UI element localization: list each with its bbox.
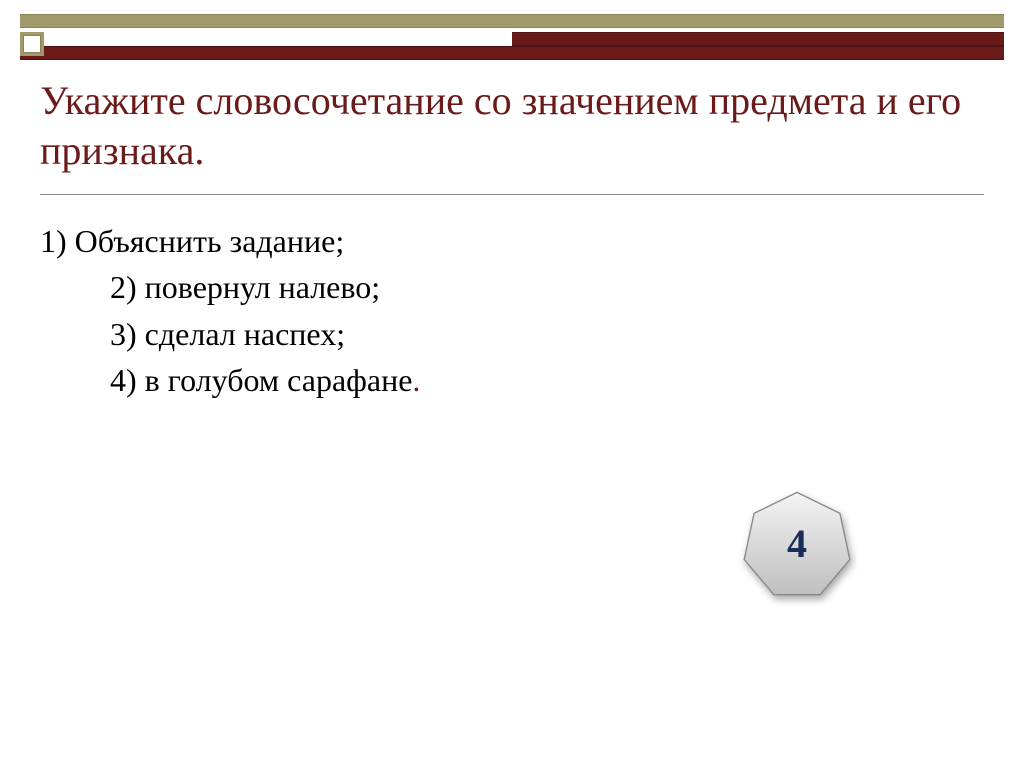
answer-shape: 4 — [742, 488, 852, 598]
decorative-top-bars — [20, 14, 1004, 60]
option-3: 3) сделал наспех; — [40, 311, 984, 357]
option-4-punct: . — [412, 362, 420, 398]
option-4: 4) в голубом сарафане. — [40, 357, 984, 403]
maroon-bar-short — [512, 32, 1004, 46]
olive-bar — [20, 14, 1004, 28]
slide-title: Укажите словосочетание со значением пред… — [40, 76, 984, 176]
option-4-text: 4) в голубом сарафане — [110, 362, 412, 398]
option-2: 2) повернул налево; — [40, 264, 984, 310]
title-block: Укажите словосочетание со значением пред… — [40, 76, 984, 195]
options-list: 1) Объяснить задание; 2) повернул налево… — [40, 218, 984, 404]
decorative-square — [20, 32, 44, 56]
slide: Укажите словосочетание со значением пред… — [0, 0, 1024, 767]
body-block: 1) Объяснить задание; 2) повернул налево… — [40, 218, 984, 404]
maroon-bar-full — [20, 46, 1004, 60]
answer-number: 4 — [742, 488, 852, 598]
option-1: 1) Объяснить задание; — [40, 223, 344, 259]
